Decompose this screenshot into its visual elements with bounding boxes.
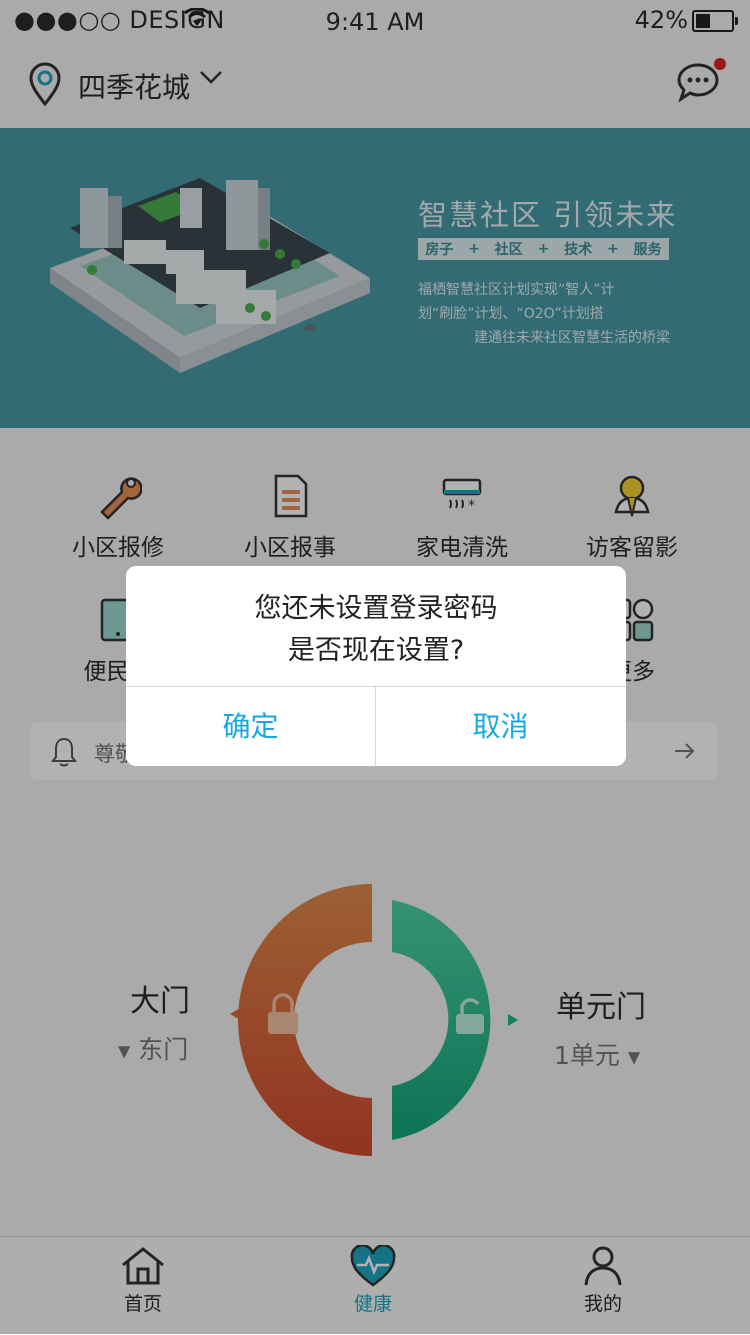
dialog-message-line1: 您还未设置登录密码 [254,593,498,624]
confirm-button[interactable]: 确定 [126,687,375,766]
set-password-dialog: 您还未设置登录密码 是否现在设置? 确定 取消 [126,566,626,766]
dialog-message-line2: 是否现在设置? [287,635,465,666]
dialog-message: 您还未设置登录密码 是否现在设置? [126,588,626,672]
cancel-button[interactable]: 取消 [376,687,625,766]
